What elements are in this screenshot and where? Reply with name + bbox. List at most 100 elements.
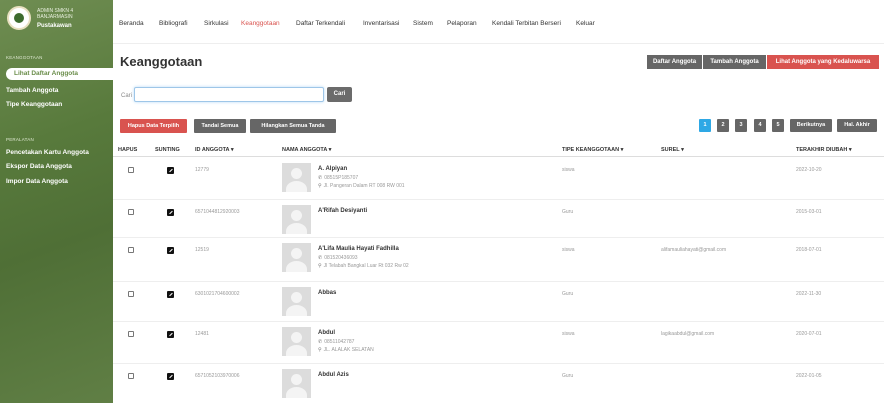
row-select-checkbox[interactable]	[128, 247, 134, 253]
member-phone-value: 081520436093	[324, 255, 358, 261]
member-type: siswa	[562, 247, 575, 253]
page-3-button[interactable]: 3	[735, 119, 747, 132]
column-header-nama-anggota[interactable]: NAMA ANGGOTA ▾	[282, 147, 331, 153]
nav-daftar-terkendali[interactable]: Daftar Terkendali	[296, 20, 345, 27]
edit-icon[interactable]	[167, 373, 174, 380]
top-navigation: Beranda Bibliografi Sirkulasi Keanggotaa…	[113, 0, 884, 44]
member-id: 6301021704600002	[195, 291, 240, 297]
sidebar-item-tipe-keanggotaan[interactable]: Tipe Keanggotaan	[6, 101, 62, 108]
member-name[interactable]: Abdul	[318, 330, 335, 336]
nav-beranda[interactable]: Beranda	[119, 20, 144, 27]
member-type: siswa	[562, 331, 575, 337]
nav-pelaporan[interactable]: Pelaporan	[447, 20, 477, 27]
search-button[interactable]: Cari	[327, 87, 352, 102]
column-header-hapus: HAPUS	[118, 147, 138, 153]
member-name[interactable]: A'Rifah Desiyanti	[318, 208, 367, 214]
member-address: ⚲ JL. ALALAK SELATAN	[318, 347, 374, 353]
lihat-anggota-kedaluwarsa-button[interactable]: Lihat Anggota yang Kedaluwarsa	[767, 55, 879, 69]
hapus-data-terpilih-button[interactable]: Hapus Data Terpilih	[120, 119, 187, 133]
last-updated: 2018-07-01	[796, 247, 822, 253]
edit-icon[interactable]	[167, 209, 174, 216]
last-updated: 2022-11-30	[796, 291, 822, 297]
edit-icon[interactable]	[167, 291, 174, 298]
phone-icon: ✆	[318, 339, 323, 345]
nav-kendali-terbitan-berseri[interactable]: Kendali Terbitan Berseri	[492, 20, 561, 27]
member-id: 6571052103970006	[195, 373, 240, 379]
member-phone-value: 08511042787	[324, 339, 355, 345]
column-header-tipe-keanggotaan[interactable]: TIPE KEANGGOTAAN ▾	[562, 147, 623, 153]
row-select-checkbox[interactable]	[128, 373, 134, 379]
nav-keluar[interactable]: Keluar	[576, 20, 595, 27]
avatar	[282, 369, 311, 398]
hilangkan-semua-tanda-button[interactable]: Hilangkan Semua Tanda	[250, 119, 336, 133]
member-type: Guru	[562, 209, 574, 215]
location-pin-icon: ⚲	[318, 347, 322, 353]
search-input[interactable]	[135, 88, 323, 101]
page-5-button[interactable]: 5	[772, 119, 784, 132]
table-header: HAPUS SUNTING ID ANGGOTA ▾ NAMA ANGGOTA …	[113, 143, 884, 157]
table-row: 6571044812920003 A'Rifah Desiyanti Guru …	[113, 200, 884, 238]
member-name[interactable]: Abbas	[318, 290, 336, 296]
edit-icon[interactable]	[167, 247, 174, 254]
member-name[interactable]: A. Alpiyan	[318, 166, 347, 172]
page-2-button[interactable]: 2	[717, 119, 729, 132]
last-page-button[interactable]: Hal. Akhir	[837, 119, 877, 132]
column-header-id-anggota[interactable]: ID ANGGOTA ▾	[195, 147, 234, 153]
row-select-checkbox[interactable]	[128, 291, 134, 297]
search-label: Cari	[121, 93, 133, 99]
member-id: 12779	[195, 167, 209, 173]
phone-icon: ✆	[318, 255, 323, 261]
nav-inventarisasi[interactable]: Inventarisasi	[363, 20, 400, 27]
sidebar-item-pencetakan-kartu[interactable]: Pencetakan Kartu Anggota	[6, 149, 89, 156]
table-row: 12519 A'Lifa Maulia Hayati Fadhilla ✆ 081…	[113, 238, 884, 282]
table-row: 6571052103970006 Abdul Azis Guru 2022-01…	[113, 364, 884, 403]
nav-bibliografi[interactable]: Bibliografi	[159, 20, 188, 27]
sidebar: ADMIN SMKN 4 BANJARMASIN Pustakawan KEAN…	[0, 0, 113, 403]
sidebar-item-tambah-anggota[interactable]: Tambah Anggota	[6, 87, 58, 94]
member-id: 12519	[195, 247, 209, 253]
page-1-button[interactable]: 1	[699, 119, 711, 132]
brand: ADMIN SMKN 4 BANJARMASIN Pustakawan	[0, 0, 113, 38]
school-logo-icon	[7, 6, 31, 30]
row-select-checkbox[interactable]	[128, 331, 134, 337]
column-header-terakhir-diubah[interactable]: TERAKHIR DIUBAH ▾	[796, 147, 852, 153]
avatar	[282, 327, 311, 356]
daftar-anggota-button[interactable]: Daftar Anggota	[647, 55, 702, 69]
nav-sistem[interactable]: Sistem	[413, 20, 433, 27]
tambah-anggota-button[interactable]: Tambah Anggota	[703, 55, 766, 69]
sidebar-section-peralatan: PERALATAN	[6, 137, 34, 142]
last-updated: 2022-10-20	[796, 167, 822, 173]
sidebar-item-lihat-daftar-anggota[interactable]: Lihat Daftar Anggota	[6, 68, 113, 80]
page-4-button[interactable]: 4	[754, 119, 766, 132]
member-type: siswa	[562, 167, 575, 173]
nav-keanggotaan[interactable]: Keanggotaan	[241, 20, 280, 27]
column-header-sunting: SUNTING	[155, 147, 180, 153]
member-phone-value: 08515P185707	[324, 175, 359, 181]
sidebar-item-impor-data[interactable]: Impor Data Anggota	[6, 178, 68, 185]
page-title: Keanggotaan	[120, 54, 203, 69]
nav-sirkulasi[interactable]: Sirkulasi	[204, 20, 229, 27]
edit-icon[interactable]	[167, 331, 174, 338]
next-page-button[interactable]: Berikutnya	[790, 119, 832, 132]
member-name[interactable]: A'Lifa Maulia Hayati Fadhilla	[318, 246, 399, 252]
last-updated: 2022-01-05	[796, 373, 822, 379]
location-pin-icon: ⚲	[318, 183, 322, 189]
sidebar-item-label: Lihat Daftar Anggota	[14, 70, 79, 77]
table-row: 12481 Abdul ✆ 08511042787 ⚲ JL. ALALAK SEL…	[113, 322, 884, 364]
row-select-checkbox[interactable]	[128, 209, 134, 215]
member-address-value: Jl Telabah Bangkal Luar Rt 032 Rw 02	[323, 263, 409, 269]
sidebar-item-ekspor-data[interactable]: Ekspor Data Anggota	[6, 163, 72, 170]
column-header-surel[interactable]: SUREL ▾	[661, 147, 684, 153]
avatar	[282, 243, 311, 272]
tandai-semua-button[interactable]: Tandai Semua	[194, 119, 246, 133]
search-input-wrapper	[134, 87, 324, 102]
member-address: ⚲ Jl. Pangeran Dalam RT 008 RW 001	[318, 183, 405, 189]
last-updated: 2015-03-01	[796, 209, 822, 215]
member-address: ⚲ Jl Telabah Bangkal Luar Rt 032 Rw 02	[318, 263, 409, 269]
edit-icon[interactable]	[167, 167, 174, 174]
member-email: lagikaabdul@gmail.com	[661, 331, 715, 337]
brand-role: Pustakawan	[37, 23, 72, 29]
row-select-checkbox[interactable]	[128, 167, 134, 173]
member-name[interactable]: Abdul Azis	[318, 372, 349, 378]
member-type: Guru	[562, 373, 574, 379]
